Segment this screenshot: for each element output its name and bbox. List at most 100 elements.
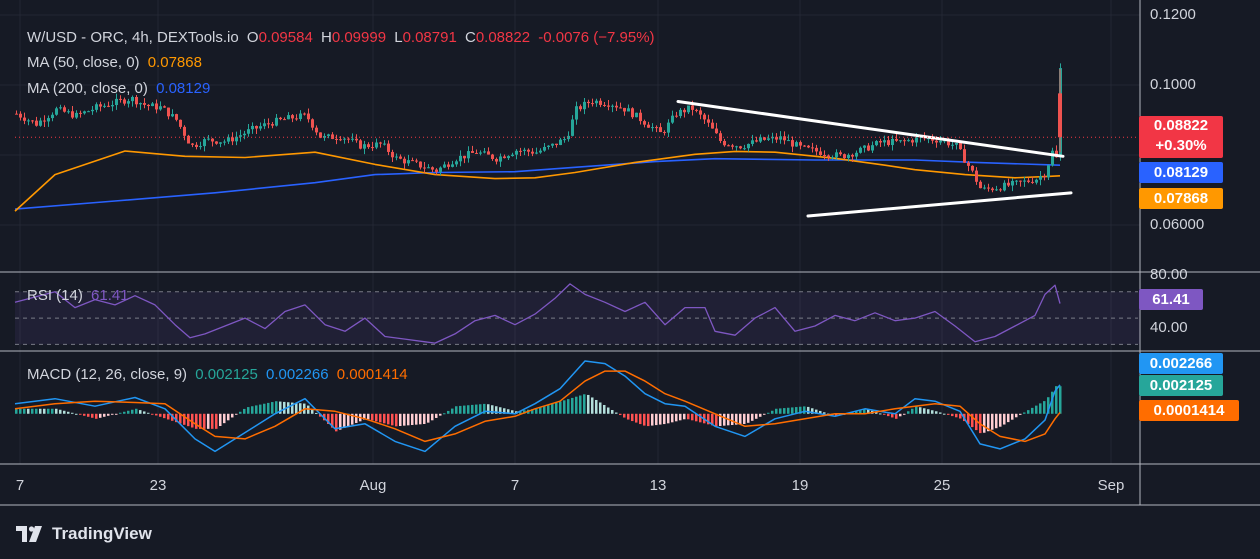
candle-body-last: [1058, 93, 1062, 138]
candle-body: [683, 109, 686, 113]
candle-body: [171, 114, 174, 117]
macd-hist-bar: [631, 413, 634, 422]
candle-body: [639, 112, 642, 122]
macd-hist-bar: [71, 412, 74, 414]
ma200-path: [14, 157, 1061, 210]
macd-hist-bar: [595, 399, 598, 414]
candle-body: [519, 150, 522, 152]
candle-body: [875, 141, 878, 146]
candle-body: [891, 138, 894, 146]
ma50-value: 0.07868: [147, 54, 202, 71]
candle-body: [403, 158, 406, 164]
candle-body: [507, 156, 510, 159]
candle-body: [199, 146, 202, 148]
candle-body: [1043, 176, 1046, 178]
candle-body: [619, 107, 622, 109]
ma50-price-tag: 0.07868: [1139, 188, 1223, 209]
candle-body: [15, 113, 18, 115]
candle-body: [107, 105, 110, 107]
macd-hist-bar: [235, 413, 238, 415]
candle-body: [455, 161, 458, 165]
candle-body: [987, 187, 990, 189]
candle-body: [459, 155, 462, 162]
close-label: C: [464, 29, 476, 46]
candle-body: [687, 105, 690, 113]
candle-body: [499, 156, 502, 162]
macd-hist-bar: [887, 413, 890, 417]
macd-hist-bar: [15, 408, 18, 414]
candle-body: [959, 142, 962, 150]
candle-body: [435, 169, 438, 172]
candle-body: [211, 138, 214, 142]
macd-hist-bar: [467, 405, 470, 414]
candle-body: [111, 105, 114, 107]
macd-signal-value: 0.0001414: [336, 366, 408, 383]
macd-hist-bar: [623, 413, 626, 418]
brand-name: TradingView: [52, 524, 152, 543]
low-label: L: [394, 29, 403, 46]
x-tick-4: 13: [649, 477, 667, 494]
macd-hist-bar: [255, 405, 258, 414]
candle-body: [867, 145, 870, 151]
candle-body: [1007, 182, 1010, 186]
candle-body: [375, 142, 378, 148]
macd-hist-bar: [443, 413, 446, 415]
candle-body: [827, 155, 830, 158]
macd-label: MACD (12, 26, close, 9): [27, 366, 188, 383]
candle-body: [299, 113, 302, 120]
candle-body: [571, 119, 574, 136]
tradingview-logo[interactable]: TradingView: [16, 522, 152, 546]
candle-body: [175, 114, 178, 120]
macd-hist-bar: [83, 413, 86, 416]
candle-body: [395, 156, 398, 158]
candle-body: [51, 114, 54, 119]
macd-hist-bar: [891, 413, 894, 418]
candle-body: [379, 142, 382, 144]
candle-body: [239, 135, 242, 137]
ma200-legend: MA (200, close, 0) 0.08129: [27, 80, 214, 97]
macd-hist-bar: [639, 413, 642, 425]
macd-hist-bar: [715, 413, 718, 427]
macd-hist-bar: [27, 408, 30, 414]
macd-hist-bar: [583, 394, 586, 414]
macd-signal-tag: 0.0001414: [1139, 400, 1239, 421]
candle-body: [327, 134, 330, 136]
candle-body: [231, 137, 234, 142]
candle-body: [631, 108, 634, 118]
candle-body: [871, 145, 874, 151]
macd-hist-bar: [651, 413, 654, 426]
macd-hist-bar: [111, 413, 114, 415]
candle-body: [115, 98, 118, 106]
candle-body: [167, 107, 170, 117]
candle-body: [67, 111, 70, 113]
candle-body: [267, 123, 270, 125]
macd-hist-bar: [115, 413, 118, 415]
trendline-1: [806, 191, 1073, 218]
last-price-tag: 0.08822 +0.30%: [1139, 116, 1223, 158]
candle-body: [651, 127, 654, 129]
candle-body: [759, 137, 762, 142]
candle-body: [467, 151, 470, 159]
macd-hist-bar: [247, 407, 250, 414]
macd-hist-bar: [955, 413, 958, 418]
macd-line-tag: 0.002266: [1139, 353, 1223, 374]
macd-hist-bar: [575, 396, 578, 414]
candle-body: [971, 165, 974, 171]
macd-hist-bar: [23, 408, 26, 414]
candle-body: [559, 139, 562, 146]
macd-hist-bar: [927, 409, 930, 414]
macd-hist-bar: [239, 411, 242, 414]
candle-body: [143, 103, 146, 105]
macd-hist-bar: [603, 404, 606, 414]
macd-hist-bar: [579, 395, 582, 414]
high-value: 0.09999: [331, 29, 387, 46]
macd-hist-bar: [447, 410, 450, 414]
candle-body: [263, 123, 266, 127]
candle-body: [195, 144, 198, 147]
ma200-line: [14, 157, 1061, 210]
macd-hist-bar: [919, 407, 922, 414]
macd-hist-bar: [1007, 413, 1010, 423]
candle-body: [183, 126, 186, 136]
macd-hist-bar: [383, 413, 386, 424]
candle-body: [63, 107, 66, 112]
